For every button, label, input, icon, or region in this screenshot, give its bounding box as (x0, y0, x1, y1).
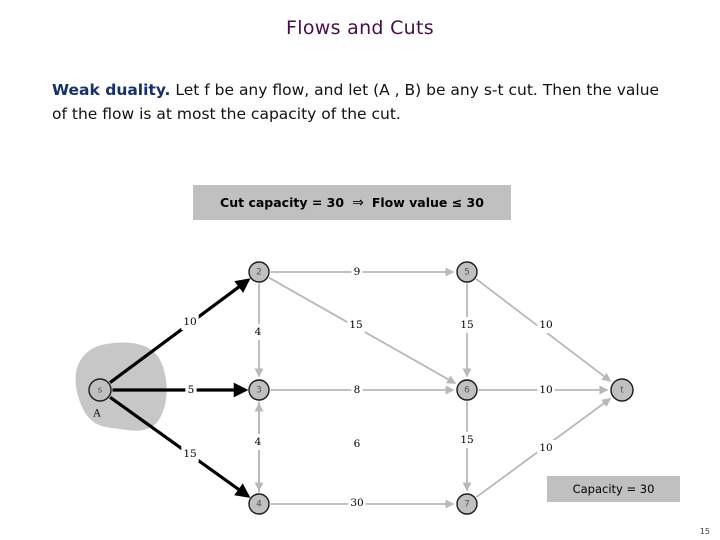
cut-capacity-text: Cut capacity = 30 (220, 195, 345, 210)
lead-term: Weak duality. (52, 81, 171, 99)
cut-set-label-a: A (92, 409, 101, 420)
flow-value-text: Flow value ≤ 30 (371, 195, 484, 210)
edge-s-to-n2 (109, 278, 251, 384)
edge-capacity-label: 30 (350, 497, 363, 509)
edge-capacity-label: 10 (183, 316, 196, 328)
edge-capacity-label: 10 (539, 384, 552, 396)
body-paragraph: Weak duality. Let f be any flow, and let… (52, 78, 672, 126)
page-title: Flows and Cuts (286, 17, 434, 39)
edge-capacity-label: 5 (188, 384, 195, 396)
edge-capacity-label: 9 (354, 266, 361, 278)
edge-capacity-label: 4 (255, 326, 262, 338)
edge-capacity-label: 15 (460, 434, 473, 446)
graph-node-label: 3 (256, 386, 262, 396)
edge-capacity-label: 15 (349, 319, 362, 331)
graph-node-label: 2 (256, 268, 262, 278)
flow-network-diagram: 10 5 15 4 4 9 15 8 6 30 15 15 10 10 10 s 2 3 4 5 6 7 t A (75, 261, 634, 515)
edge-capacity-label: 10 (539, 442, 552, 454)
graph-node-label: 4 (256, 500, 262, 510)
edge-labels-layer: 10 5 15 4 4 9 15 8 6 30 15 15 10 10 10 (181, 264, 555, 511)
edge-capacity-label: 15 (460, 319, 473, 331)
page-number: 15 (699, 527, 710, 536)
cut-capacity-callout: Cut capacity = 30 ⇒ Flow value ≤ 30 (193, 185, 511, 220)
edge-capacity-label: 8 (354, 384, 361, 396)
edge-s-to-n4 (109, 395, 251, 498)
implies-arrow-icon: ⇒ (352, 194, 364, 211)
graph-node-label: 6 (464, 386, 470, 396)
graph-node-label: t (620, 386, 624, 396)
edge-capacity-label: 10 (539, 319, 552, 331)
graph-node-label: 7 (464, 500, 470, 510)
edge-capacity-label: 15 (183, 448, 196, 460)
graph-node-label: 5 (464, 268, 470, 278)
slide-canvas: Flows and Cuts Weak duality. Let f be an… (0, 0, 720, 540)
graph-node-label: s (98, 386, 103, 396)
edge-capacity-label: 6 (354, 438, 361, 450)
edge-capacity-label: 4 (255, 436, 262, 448)
